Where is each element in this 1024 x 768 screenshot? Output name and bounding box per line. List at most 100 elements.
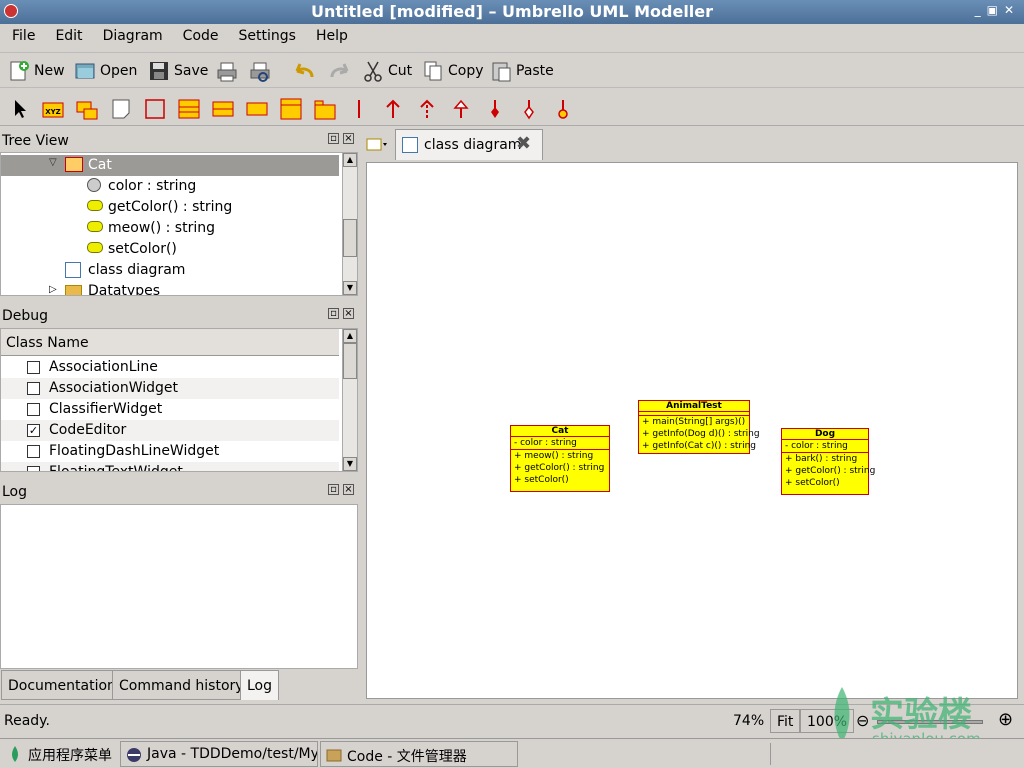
tree-view: ▽ Cat color : string getColor() : string… — [0, 152, 358, 296]
tab-log[interactable]: Log — [240, 670, 280, 700]
tree-item-cat[interactable]: ▽ Cat — [1, 155, 339, 176]
debug-row[interactable]: FloatingTextWidget — [1, 462, 339, 471]
cut-button[interactable]: Cut — [362, 59, 412, 83]
debug-row-label: FloatingDashLineWidget — [49, 443, 220, 459]
float-icon[interactable]: ▫ — [328, 484, 339, 495]
paste-button[interactable]: Paste — [490, 59, 554, 83]
log-header: Log ▫ × — [0, 481, 358, 503]
undo-icon[interactable] — [292, 61, 316, 83]
uml-class-dog[interactable]: Dog - color : string + bark() : string +… — [781, 428, 875, 495]
checkbox[interactable] — [27, 466, 40, 471]
aggregation-icon[interactable] — [518, 98, 540, 120]
uml-attributes: - color : string — [511, 437, 609, 450]
debug-row[interactable]: ✓ CodeEditor — [1, 420, 339, 441]
scroll-down-icon[interactable]: ▼ — [343, 457, 357, 471]
tree-item-setcolor[interactable]: setColor() — [1, 239, 339, 260]
float-icon[interactable]: ▫ — [328, 308, 339, 319]
tree-item-label: setColor() — [108, 241, 177, 257]
containment-icon[interactable] — [552, 98, 574, 120]
uml-class-name: AnimalTest — [639, 401, 749, 412]
collapse-arrow-icon[interactable]: ▽ — [49, 157, 57, 168]
composition-icon[interactable] — [484, 98, 506, 120]
menu-code[interactable]: Code — [171, 24, 227, 44]
new-diagram-button[interactable] — [362, 130, 394, 158]
debug-row[interactable]: AssociationLine — [1, 357, 339, 378]
package-tool-icon[interactable] — [314, 98, 336, 120]
menu-file[interactable]: File — [0, 24, 43, 44]
template-tool-icon[interactable] — [76, 98, 98, 120]
log-area[interactable] — [0, 504, 358, 669]
folder-dropdown-icon — [366, 138, 387, 151]
entity-tool-icon[interactable] — [280, 98, 302, 120]
directional-association-icon[interactable] — [382, 98, 404, 120]
tree-item-getcolor[interactable]: getColor() : string — [1, 197, 339, 218]
debug-row[interactable]: AssociationWidget — [1, 378, 339, 399]
menu-diagram[interactable]: Diagram — [91, 24, 171, 44]
checkbox[interactable] — [27, 361, 40, 374]
column-header-class-name[interactable]: Class Name — [1, 329, 339, 356]
new-button[interactable]: New — [8, 59, 65, 83]
expand-arrow-icon[interactable]: ▷ — [49, 284, 57, 295]
minimize-icon[interactable]: _ — [975, 3, 987, 17]
menu-edit[interactable]: Edit — [43, 24, 90, 44]
enum-tool-icon[interactable] — [246, 98, 268, 120]
association-line-icon[interactable] — [348, 98, 370, 120]
tree-item-class-diagram[interactable]: class diagram — [1, 260, 339, 281]
box-tool-icon[interactable] — [144, 98, 166, 120]
tab-command-history[interactable]: Command history — [112, 670, 251, 700]
scroll-thumb[interactable] — [343, 219, 357, 257]
dependency-icon[interactable] — [416, 98, 438, 120]
operation-icon — [87, 221, 103, 232]
debug-scrollbar[interactable]: ▲ ▼ — [342, 329, 357, 471]
tree-item-color[interactable]: color : string — [1, 176, 339, 197]
class-tool-icon[interactable]: XYZ — [42, 98, 64, 120]
diagram-icon — [402, 137, 418, 153]
paste-clipboard-icon — [492, 62, 511, 82]
close-icon[interactable]: ✕ — [1004, 3, 1020, 17]
print-icon[interactable] — [216, 61, 238, 83]
tree-item-datatypes[interactable]: ▷ Datatypes — [1, 281, 339, 295]
checkbox[interactable] — [27, 382, 40, 395]
close-tab-icon[interactable]: ✖ — [516, 133, 531, 154]
close-panel-icon[interactable]: × — [343, 308, 354, 319]
close-panel-icon[interactable]: × — [343, 133, 354, 144]
close-panel-icon[interactable]: × — [343, 484, 354, 495]
checkbox-checked[interactable]: ✓ — [27, 424, 40, 437]
taskbar-file-manager[interactable]: Code - 文件管理器 — [320, 741, 518, 767]
uml-class-animaltest[interactable]: AnimalTest + main(String[] args)() + get… — [638, 400, 760, 454]
float-icon[interactable]: ▫ — [328, 133, 339, 144]
tab-class-diagram[interactable]: class diagram ✖ — [395, 129, 543, 160]
status-text: Ready. — [4, 713, 50, 729]
tree-item-meow[interactable]: meow() : string — [1, 218, 339, 239]
scroll-thumb[interactable] — [343, 343, 357, 379]
select-arrow-icon[interactable] — [10, 98, 32, 120]
save-button[interactable]: Save — [148, 59, 208, 83]
diagram-canvas[interactable]: Cat - color : string + meow() : string +… — [366, 162, 1018, 699]
app-menu-button[interactable]: 应用程序菜单 — [2, 741, 118, 767]
tab-documentation[interactable]: Documentation — [1, 670, 123, 700]
interface-tool-icon[interactable] — [178, 98, 200, 120]
scroll-up-icon[interactable]: ▲ — [343, 329, 357, 343]
menu-help[interactable]: Help — [304, 24, 356, 44]
generalization-icon[interactable] — [450, 98, 472, 120]
scroll-down-icon[interactable]: ▼ — [343, 281, 357, 295]
tree-scrollbar[interactable]: ▲ ▼ — [342, 153, 357, 295]
checkbox[interactable] — [27, 403, 40, 416]
datatype-tool-icon[interactable] — [212, 98, 234, 120]
uml-class-cat[interactable]: Cat - color : string + meow() : string +… — [510, 425, 610, 492]
copy-button[interactable]: Copy — [422, 59, 484, 83]
save-label: Save — [174, 63, 209, 79]
note-tool-icon[interactable] — [110, 98, 132, 120]
debug-row[interactable]: ClassifierWidget — [1, 399, 339, 420]
checkbox[interactable] — [27, 445, 40, 458]
maximize-icon[interactable]: ▣ — [987, 3, 1004, 17]
open-button[interactable]: Open — [74, 59, 137, 83]
fit-button[interactable]: Fit — [770, 709, 801, 733]
class-icon — [65, 157, 83, 172]
print-preview-icon[interactable] — [249, 61, 271, 83]
uml-operations: + meow() : string + getColor() : string … — [511, 450, 609, 486]
taskbar-eclipse[interactable]: Java - TDDDemo/test/My... — [120, 741, 318, 767]
debug-row[interactable]: FloatingDashLineWidget — [1, 441, 339, 462]
menu-settings[interactable]: Settings — [227, 24, 304, 44]
scroll-up-icon[interactable]: ▲ — [343, 153, 357, 167]
